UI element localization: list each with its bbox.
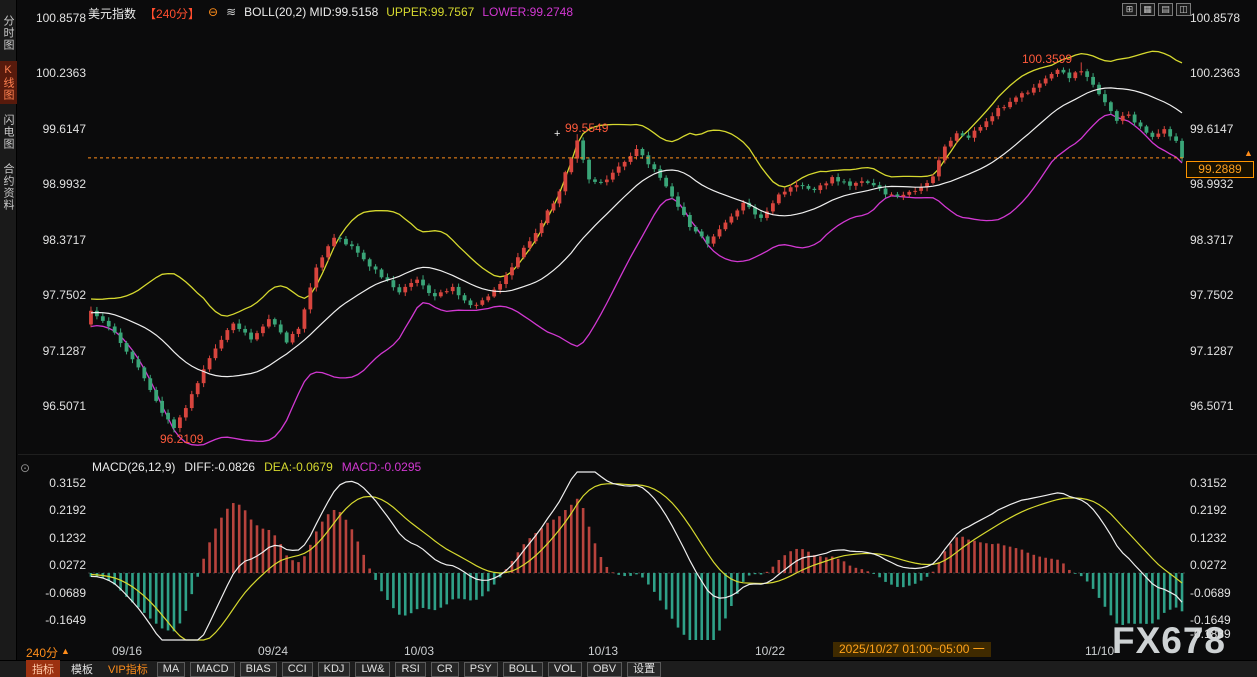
macd-axis-right-label: 0.3152	[1190, 476, 1227, 491]
toolbar-item-obv[interactable]: OBV	[586, 661, 623, 677]
annotation-mid-peak: 99.5549	[565, 121, 609, 135]
macd-axis-left-label: 0.3152	[49, 476, 86, 491]
toolbar-item-indicator[interactable]: 指标	[26, 660, 60, 677]
macd-axis-right-label: -0.0689	[1190, 585, 1231, 600]
price-axis-right-label: 97.1287	[1190, 343, 1234, 358]
x-date-label: 11/10	[1085, 644, 1115, 658]
sidebar-tab-time-chart[interactable]: 分时图	[0, 12, 17, 54]
toolbar-item-vol[interactable]: VOL	[547, 661, 582, 677]
macd-axis-left-label: 0.1232	[49, 530, 86, 545]
indicator-icon: ≋	[226, 5, 237, 19]
macd-axis-right-label: -0.1649	[1190, 613, 1231, 628]
price-axis-left-label: 96.5071	[42, 398, 86, 413]
toolbar-item-vip-indicator[interactable]: VIP指标	[104, 660, 152, 677]
x-date-label: 10/22	[755, 644, 786, 658]
macd-axis-left-label: 0.0272	[49, 558, 86, 573]
price-axis-left-label: 97.1287	[42, 343, 86, 358]
left-sidebar: 分时图 K线图 闪电图 合约资料	[0, 0, 17, 677]
annotation-high: 100.3599	[1022, 52, 1073, 66]
peak-cross-marker: +	[554, 128, 561, 140]
toolbar-item-kdj[interactable]: KDJ	[317, 661, 351, 677]
panel-collapse-icon[interactable]: ⊙	[20, 461, 30, 475]
price-arrow-icon: ▲	[1244, 148, 1253, 158]
toolbar-item-rsi[interactable]: RSI	[395, 661, 426, 677]
sidebar-tab-kline-chart[interactable]: K线图	[0, 61, 17, 104]
panel-divider	[18, 454, 1257, 455]
price-axis-right-label: 96.5071	[1190, 398, 1234, 413]
toolbar-item-cr[interactable]: CR	[430, 661, 459, 677]
macd-axis-left-label: -0.1649	[45, 613, 86, 628]
period-tag: 【240分】	[144, 7, 201, 21]
toolbar-item-lwr[interactable]: LW&	[355, 661, 391, 677]
macd-macd-label: MACD:-0.0295	[341, 460, 422, 474]
price-axis-left-label: 99.6147	[42, 121, 86, 136]
price-axis-left-label: 97.7502	[42, 288, 86, 303]
toolbar-item-psy[interactable]: PSY	[463, 661, 498, 677]
symbol-name: 美元指数	[88, 7, 137, 21]
macd-chart[interactable]	[88, 470, 1185, 642]
macd-title: MACD(26,12,9)	[92, 460, 176, 474]
window-layout-icons: ⊞ ▦ ▤ ◫	[1122, 3, 1191, 16]
timeframe-selector[interactable]: 240分 ▲	[26, 644, 70, 661]
boll-mid-label: BOLL(20,2) MID:99.5158	[244, 5, 379, 19]
toolbar-item-template[interactable]: 模板	[65, 660, 99, 677]
toolbar-item-ma[interactable]: MA	[156, 661, 186, 677]
sidebar-tab-contract-info[interactable]: 合约资料	[0, 160, 17, 214]
toolbar-item-cci[interactable]: CCI	[281, 661, 313, 677]
toolbar-item-macd[interactable]: MACD	[190, 661, 235, 677]
market-status-icon: ⊖	[208, 5, 219, 19]
price-axis-right-label: 99.6147	[1190, 121, 1234, 136]
price-axis-left-label: 98.9932	[42, 177, 86, 192]
last-price-tag: 99.2889	[1186, 161, 1254, 178]
toolbar-item-bias[interactable]: BIAS	[239, 661, 277, 677]
main-candlestick-chart[interactable]	[88, 8, 1185, 450]
macd-axis-min-label: -0.1839	[1190, 627, 1231, 641]
window-layout-icon-1[interactable]: ⊞	[1122, 3, 1137, 16]
timeframe-label: 240分	[26, 646, 59, 660]
chart-header: 美元指数 【240分】 ⊖ ≋ BOLL(20,2) MID:99.5158 U…	[88, 5, 573, 22]
window-layout-icon-3[interactable]: ▤	[1158, 3, 1173, 16]
selected-time-range: 2025/10/27 01:00~05:00 一	[833, 642, 991, 657]
macd-header: MACD(26,12,9) DIFF:-0.0826 DEA:-0.0679 M…	[92, 460, 421, 474]
dropdown-arrow-icon: ▲	[61, 646, 70, 656]
boll-upper-label: UPPER:99.7567	[386, 5, 475, 19]
macd-diff-label: DIFF:-0.0826	[184, 460, 256, 474]
macd-axis-left-label: -0.0689	[45, 585, 86, 600]
toolbar-item-boll[interactable]: BOLL	[502, 661, 543, 677]
macd-axis-left-label: 0.2192	[49, 503, 86, 518]
x-date-label: 10/03	[404, 644, 435, 658]
annotation-low: 96.2109	[160, 432, 204, 446]
window-layout-icon-4[interactable]: ◫	[1176, 3, 1191, 16]
price-axis-right-label: 98.3717	[1190, 232, 1234, 247]
price-axis-right-label: 97.7502	[1190, 288, 1234, 303]
price-axis-left-label: 98.3717	[42, 232, 86, 247]
macd-axis-right-label: 0.1232	[1190, 530, 1227, 545]
sidebar-tab-flash-chart[interactable]: 闪电图	[0, 111, 17, 153]
boll-lower-label: LOWER:99.2748	[482, 5, 574, 19]
price-axis-left-label: 100.8578	[35, 11, 86, 25]
bottom-toolbar: 指标 模板 VIP指标 MA MACD BIAS CCI KDJ LW& RSI CR PSY BOLL…	[0, 660, 1257, 677]
price-axis-left-label: 100.2363	[35, 66, 86, 81]
x-date-label: 09/16	[112, 644, 143, 658]
price-axis-right-label: 100.8578	[1190, 11, 1241, 25]
trading-terminal: 分时图 K线图 闪电图 合约资料 美元指数 【240分】 ⊖ ≋ BOLL(20…	[0, 0, 1257, 677]
macd-axis-right-label: 0.0272	[1190, 558, 1227, 573]
window-layout-icon-2[interactable]: ▦	[1140, 3, 1155, 16]
x-date-label: 09/24	[258, 644, 289, 658]
price-axis-right-label: 98.9932	[1190, 177, 1234, 192]
price-axis-right-label: 100.2363	[1190, 66, 1241, 81]
toolbar-item-settings[interactable]: 设置	[627, 661, 662, 677]
macd-axis-right-label: 0.2192	[1190, 503, 1227, 518]
x-date-label: 10/13	[588, 644, 619, 658]
macd-dea-label: DEA:-0.0679	[264, 460, 333, 474]
